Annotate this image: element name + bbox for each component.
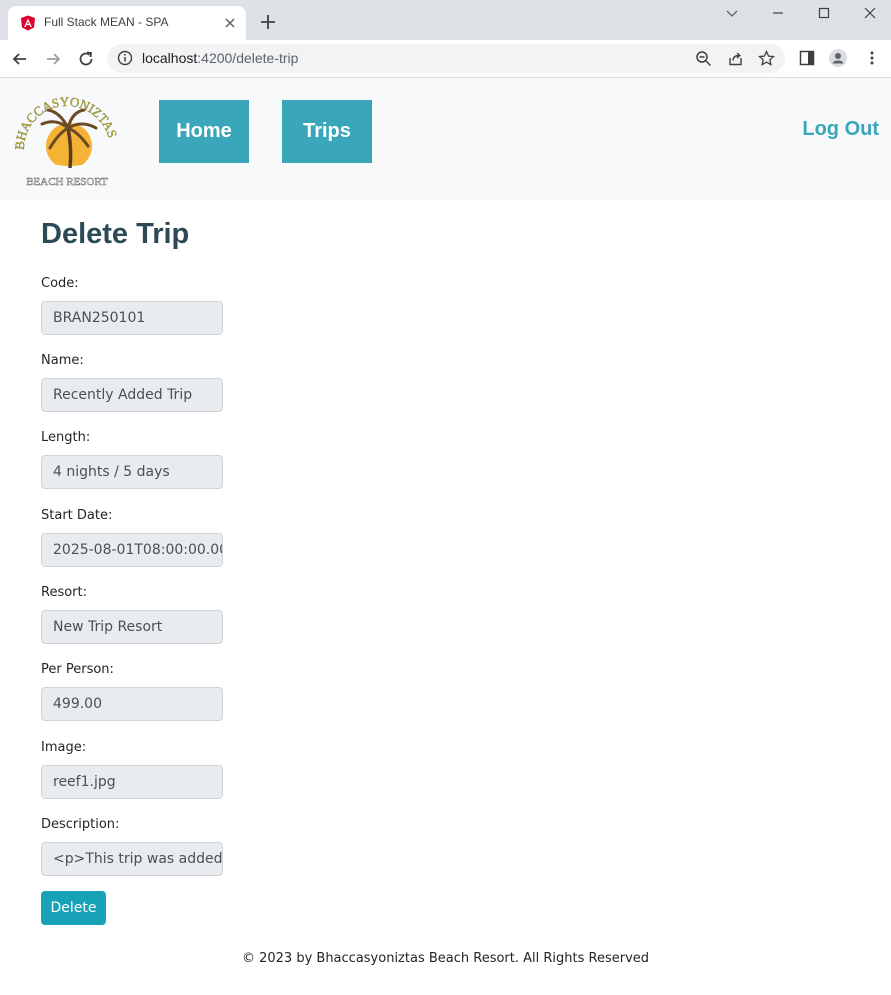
description-label: Description: [41, 817, 120, 832]
logout-link[interactable]: Log Out [802, 118, 879, 141]
site-info-icon[interactable] [117, 50, 133, 66]
tab-search-chevron-icon[interactable] [723, 4, 741, 22]
new-tab-icon[interactable] [258, 12, 278, 32]
minimize-icon[interactable] [769, 4, 787, 22]
profile-avatar-icon[interactable] [829, 49, 847, 67]
logo-text-bottom: BEACH RESORT [26, 176, 108, 188]
image-label: Image: [41, 740, 87, 755]
reload-icon[interactable] [76, 49, 96, 69]
resort-logo[interactable]: BHACCASYONIZTAS BEACH RESORT [12, 90, 122, 190]
share-icon[interactable] [727, 50, 744, 67]
page-footer: © 2023 by Bhaccasyoniztas Beach Resort. … [241, 951, 650, 966]
per-person-field[interactable]: 499.00 [41, 687, 223, 721]
maximize-icon[interactable] [815, 4, 833, 22]
description-field[interactable]: <p>This trip was added to test the delet… [41, 842, 223, 876]
resort-field[interactable]: New Trip Resort [41, 610, 223, 644]
delete-button[interactable]: Delete [41, 891, 106, 925]
address-bar[interactable]: localhost:4200/delete-trip [107, 44, 785, 73]
start-date-label: Start Date: [41, 508, 113, 523]
side-panel-icon[interactable] [798, 49, 816, 67]
browser-tab[interactable]: Full Stack MEAN - SPA [8, 6, 246, 40]
start-date-field[interactable]: 2025-08-01T08:00:00.000Z [41, 533, 223, 567]
angular-favicon-icon [21, 15, 35, 31]
code-field[interactable]: BRAN250101 [41, 301, 223, 335]
per-person-label: Per Person: [41, 662, 114, 677]
bookmark-star-icon[interactable] [758, 50, 775, 67]
forward-arrow-icon[interactable] [43, 49, 63, 69]
page-title: Delete Trip [41, 218, 190, 250]
resort-label: Resort: [41, 585, 87, 600]
browser-toolbar: localhost:4200/delete-trip [0, 40, 891, 78]
nav-trips-link[interactable]: Trips [282, 100, 372, 163]
back-arrow-icon[interactable] [10, 49, 30, 69]
close-window-icon[interactable] [861, 4, 879, 22]
name-label: Name: [41, 353, 84, 368]
browser-tabstrip: Full Stack MEAN - SPA [0, 0, 891, 40]
more-menu-icon[interactable] [863, 49, 881, 67]
length-label: Length: [41, 430, 91, 445]
close-tab-icon[interactable] [222, 15, 238, 31]
nav-home-link[interactable]: Home [159, 100, 249, 163]
image-field[interactable]: reef1.jpg [41, 765, 223, 799]
length-field[interactable]: 4 nights / 5 days [41, 455, 223, 489]
zoom-icon[interactable] [695, 50, 712, 67]
tab-title: Full Stack MEAN - SPA [44, 15, 169, 29]
site-navbar: BHACCASYONIZTAS BEACH RESORT Home Trips … [0, 78, 891, 200]
url-text: localhost:4200/delete-trip [142, 50, 299, 66]
name-field[interactable]: Recently Added Trip [41, 378, 223, 412]
code-label: Code: [41, 276, 79, 291]
